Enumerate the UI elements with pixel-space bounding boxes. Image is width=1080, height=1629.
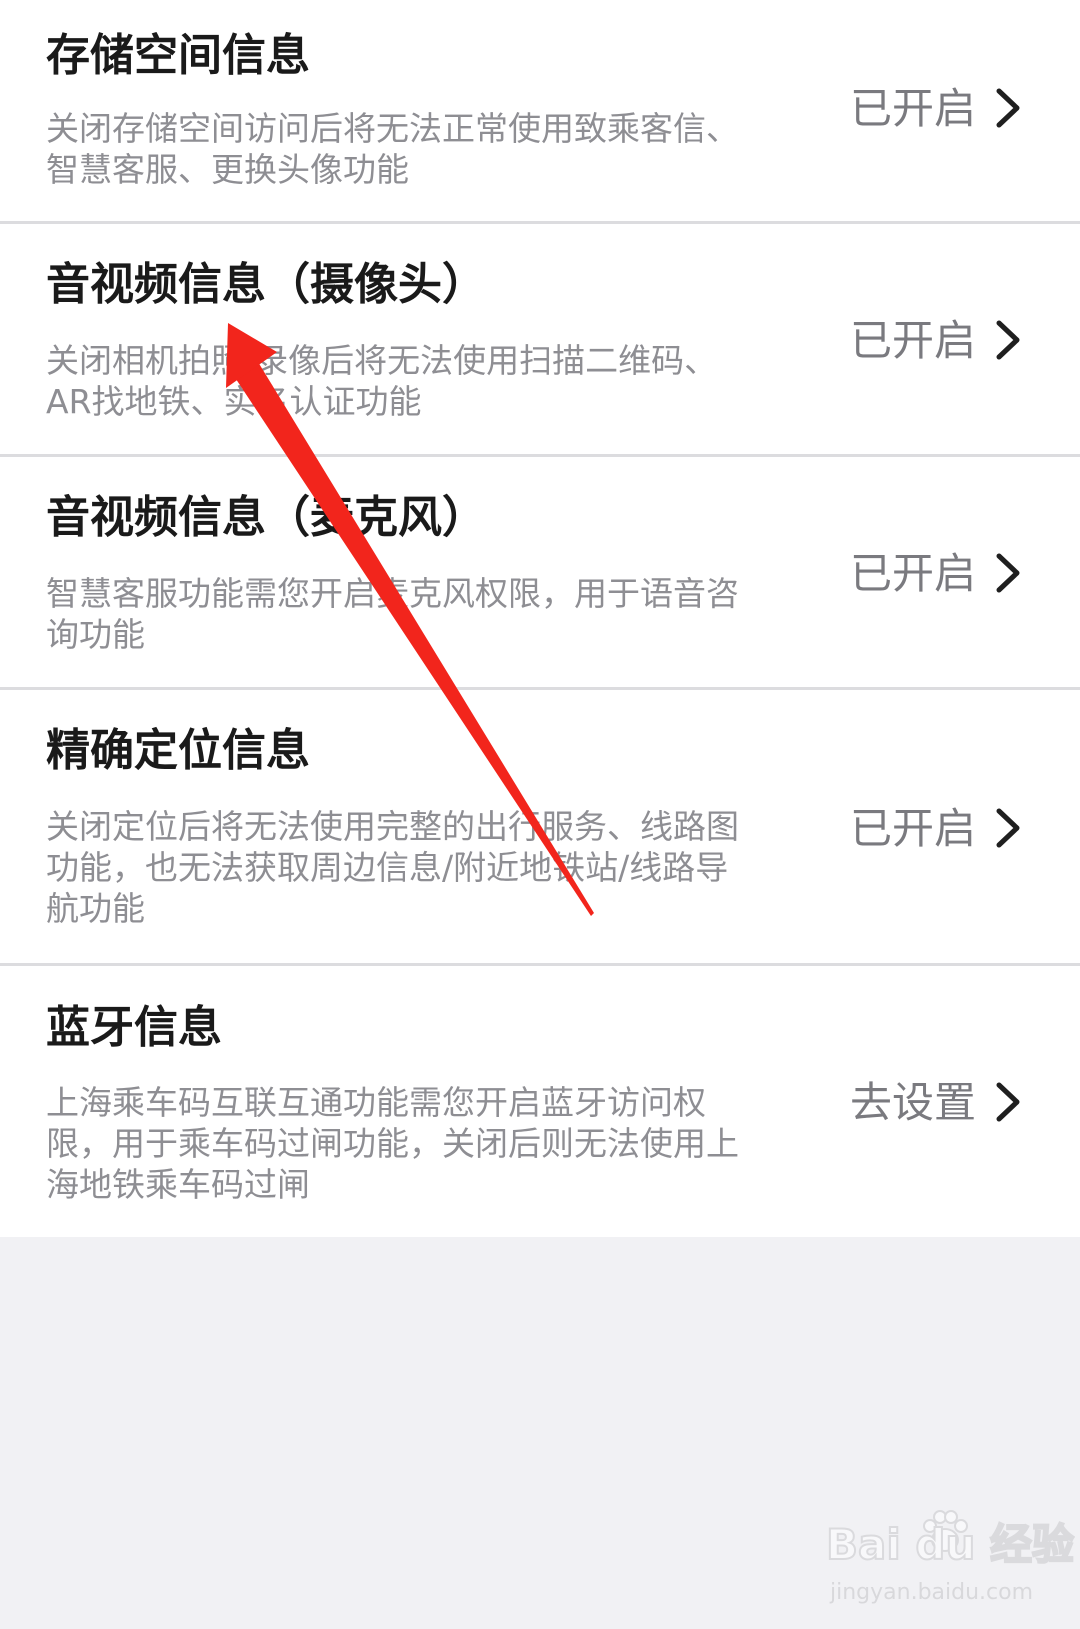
permission-row-bluetooth[interactable]: 蓝牙信息 上海乘车码互联互通功能需您开启蓝牙访问权 限，用于乘车码过闸功能，关闭… — [0, 966, 1080, 1237]
watermark-logo: Bai du 经验 — [825, 1519, 1075, 1570]
permission-description: 智慧客服功能需您开启麦克风权限，用于语音咨 询功能 — [46, 574, 739, 654]
permission-row-camera[interactable]: 音视频信息（摄像头） 关闭相机拍照/录像后将无法使用扫描二维码、 AR找地铁、实… — [0, 224, 1080, 457]
permission-title: 音视频信息（摄像头） — [46, 259, 486, 310]
chevron-right-icon — [990, 551, 1024, 595]
chevron-right-icon — [990, 1080, 1024, 1124]
permission-title: 音视频信息（麦克风） — [46, 492, 486, 543]
permission-description: 上海乘车码互联互通功能需您开启蓝牙访问权 限，用于乘车码过闸功能，关闭后则无法使… — [46, 1083, 739, 1204]
permission-list: 存储空间信息 关闭存储空间访问后将无法正常使用致乘客信、 智慧客服、更换头像功能… — [0, 0, 1080, 1237]
permission-row-storage[interactable]: 存储空间信息 关闭存储空间访问后将无法正常使用致乘客信、 智慧客服、更换头像功能… — [0, 0, 1080, 224]
chevron-right-icon — [990, 86, 1024, 130]
permission-row-microphone[interactable]: 音视频信息（麦克风） 智慧客服功能需您开启麦克风权限，用于语音咨 询功能 已开启 — [0, 457, 1080, 690]
chevron-right-icon — [990, 806, 1024, 850]
permission-title: 存储空间信息 — [46, 30, 310, 81]
permission-title: 精确定位信息 — [46, 725, 310, 776]
permission-row-location[interactable]: 精确定位信息 关闭定位后将无法使用完整的出行服务、线路图 功能，也无法获取周边信… — [0, 690, 1080, 966]
permission-title: 蓝牙信息 — [46, 1002, 222, 1053]
chevron-right-icon — [990, 318, 1024, 362]
baidu-jingyan-watermark: Bai du 经验 jingyan.baidu.com — [825, 1506, 1075, 1616]
permission-status: 已开启 — [849, 84, 976, 133]
permission-description: 关闭存储空间访问后将无法正常使用致乘客信、 智慧客服、更换头像功能 — [46, 109, 739, 189]
permission-description: 关闭定位后将无法使用完整的出行服务、线路图 功能，也无法获取周边信息/附近地铁站… — [46, 807, 739, 928]
watermark-url: jingyan.baidu.com — [830, 1580, 1034, 1605]
permission-description: 关闭相机拍照/录像后将无法使用扫描二维码、 AR找地铁、实名认证功能 — [46, 341, 718, 421]
permission-status: 已开启 — [849, 804, 976, 853]
permission-status: 已开启 — [849, 549, 976, 598]
permission-status: 已开启 — [849, 316, 976, 365]
permission-status: 去设置 — [849, 1078, 976, 1127]
